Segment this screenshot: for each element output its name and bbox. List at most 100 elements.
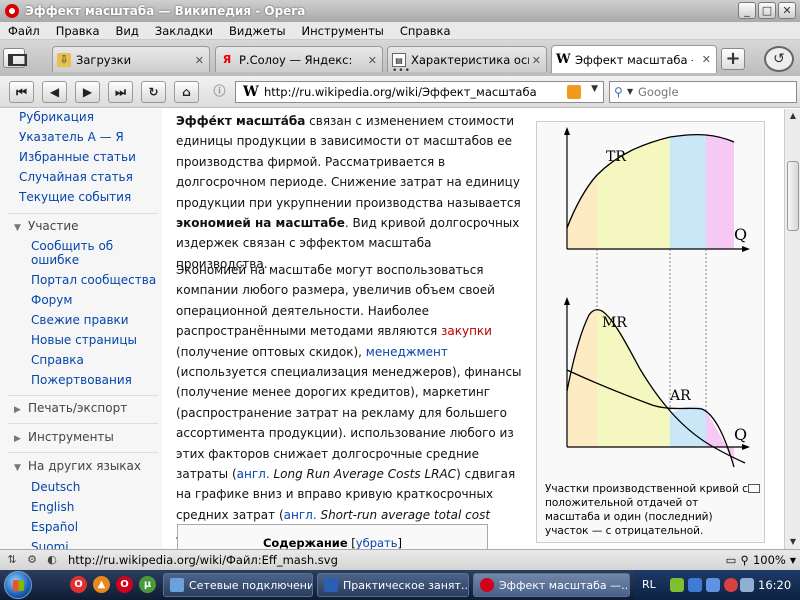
sidebar-section-languages[interactable]: ▼ На других языках bbox=[14, 459, 141, 473]
search-input[interactable] bbox=[638, 84, 788, 100]
sidebar-divider bbox=[8, 452, 158, 453]
security-info-icon[interactable]: ⓘ bbox=[207, 81, 232, 103]
article-figure: TR Q MR AR Q Участки производственной кр… bbox=[536, 121, 765, 543]
menu-file[interactable]: Файл bbox=[0, 24, 48, 38]
trash-icon[interactable]: ↺ bbox=[764, 46, 794, 72]
close-icon[interactable]: ✕ bbox=[532, 54, 541, 67]
tab-downloads[interactable]: ⇩ Загрузки ✕ bbox=[52, 46, 210, 72]
vlc-icon[interactable]: ▲ bbox=[93, 576, 110, 593]
tab-label: Загрузки bbox=[76, 52, 132, 67]
link-english-1[interactable]: англ. bbox=[237, 467, 270, 481]
scroll-up-arrow[interactable]: ▲ bbox=[786, 109, 800, 123]
sidebar-link-new-pages[interactable]: Новые страницы bbox=[31, 333, 137, 347]
panel-toggle-button[interactable] bbox=[3, 48, 27, 68]
menu-bookmarks[interactable]: Закладки bbox=[147, 24, 221, 38]
menu-help[interactable]: Справка bbox=[392, 24, 459, 38]
network-tray-icon[interactable] bbox=[688, 578, 702, 592]
zoom-level[interactable]: 100% bbox=[753, 553, 786, 567]
sidebar-link-random[interactable]: Случайная статья bbox=[19, 170, 133, 184]
sidebar-lang-suomi[interactable]: Suomi bbox=[31, 540, 69, 549]
sidebar-divider bbox=[8, 395, 158, 396]
back-button[interactable]: ◀ bbox=[42, 81, 67, 103]
task-network-connections[interactable]: Сетевые подключения bbox=[163, 573, 313, 597]
sidebar-link-report-error-2[interactable]: ошибке bbox=[31, 253, 79, 267]
word-document-icon bbox=[324, 578, 338, 592]
link-english-2[interactable]: англ. bbox=[284, 508, 317, 522]
tab-economy-of-scale[interactable]: W Эффект масштаба — Википедия ✕ bbox=[551, 45, 717, 73]
sidebar-lang-espanol[interactable]: Español bbox=[31, 520, 78, 534]
menu-widgets[interactable]: Виджеты bbox=[221, 24, 294, 38]
sidebar-link-categories[interactable]: Рубрикация bbox=[19, 110, 94, 124]
menu-tools[interactable]: Инструменты bbox=[294, 24, 392, 38]
sidebar-link-donations[interactable]: Пожертвования bbox=[31, 373, 132, 387]
toc-bracket: ] bbox=[397, 536, 403, 549]
chevron-down-icon[interactable]: ▼ bbox=[627, 87, 633, 96]
close-icon[interactable]: ✕ bbox=[195, 54, 204, 67]
chevron-down-icon[interactable]: ▼ bbox=[790, 556, 796, 565]
menu-view[interactable]: Вид bbox=[108, 24, 147, 38]
sidebar-link-recent-changes[interactable]: Свежие правки bbox=[31, 313, 129, 327]
zoom-icon: ⚲ bbox=[740, 553, 749, 567]
chevron-down-icon[interactable]: ▼ bbox=[591, 84, 598, 94]
start-button[interactable] bbox=[4, 571, 32, 599]
close-button[interactable]: ✕ bbox=[778, 2, 796, 19]
maximize-button[interactable]: □ bbox=[758, 2, 776, 19]
task-practical-lesson[interactable]: Практическое занят... bbox=[317, 573, 469, 597]
utorrent-tray-icon[interactable] bbox=[670, 578, 684, 592]
sidebar-lang-english[interactable]: English bbox=[31, 500, 74, 514]
forward-button[interactable]: ▶ bbox=[75, 81, 100, 103]
page-scrollbar[interactable]: ▲ ▼ bbox=[784, 109, 800, 549]
top-zone-3 bbox=[670, 134, 706, 249]
turbo-icon[interactable]: ◐ bbox=[44, 552, 60, 568]
sidebar-link-current-events[interactable]: Текущие события bbox=[19, 190, 131, 204]
unite-icon[interactable]: ⚙ bbox=[24, 552, 40, 568]
rss-feed-icon[interactable] bbox=[567, 85, 581, 99]
language-indicator[interactable]: RL bbox=[642, 578, 656, 591]
tab-characteristics[interactable]: ▤ Характеристика основных ✕ bbox=[387, 46, 547, 72]
minimize-button[interactable]: _ bbox=[738, 2, 756, 19]
sidebar-section-print[interactable]: ▶ Печать/экспорт bbox=[14, 401, 127, 415]
scrollbar-thumb[interactable] bbox=[787, 161, 799, 231]
fast-forward-button[interactable]: ⏭ bbox=[108, 81, 133, 103]
sidebar-link-featured[interactable]: Избранные статьи bbox=[19, 150, 136, 164]
sidebar-link-report-error[interactable]: Сообщить об bbox=[31, 239, 113, 253]
sidebar-link-community-portal[interactable]: Портал сообщества bbox=[31, 273, 156, 287]
address-input[interactable]: http://ru.wikipedia.org/wiki/Эффект_масш… bbox=[264, 85, 537, 99]
menu-edit[interactable]: Правка bbox=[48, 24, 108, 38]
reload-button[interactable]: ↻ bbox=[141, 81, 166, 103]
task-label: Практическое занят... bbox=[343, 578, 469, 592]
volume-tray-icon[interactable] bbox=[740, 578, 754, 592]
chevron-right-icon: ▶ bbox=[14, 405, 21, 415]
sidebar-link-forum[interactable]: Форум bbox=[31, 293, 72, 307]
tab-yandex[interactable]: Я Р.Солоу — Яндекс: нашлось ✕ bbox=[215, 46, 383, 72]
transfer-icon[interactable]: ⇅ bbox=[4, 552, 20, 568]
article-paragraph-methods: Экономией на масштабе могут воспользоват… bbox=[176, 260, 524, 546]
economy-of-scale-diagram[interactable]: TR Q MR AR Q bbox=[540, 125, 762, 477]
article-bold-term: экономией на масштабе bbox=[176, 216, 345, 231]
scroll-down-arrow[interactable]: ▼ bbox=[786, 535, 800, 549]
table-of-contents: Содержание [убрать] bbox=[177, 524, 488, 549]
address-bar[interactable]: W http://ru.wikipedia.org/wiki/Эффект_ма… bbox=[235, 81, 604, 103]
rewind-button[interactable]: ⏮ bbox=[9, 81, 34, 103]
task-opera-browser[interactable]: Эффект масштаба —... bbox=[473, 573, 630, 597]
link-zakupki[interactable]: закупки bbox=[441, 324, 492, 338]
sidebar-link-help[interactable]: Справка bbox=[31, 353, 84, 367]
close-icon[interactable]: ✕ bbox=[368, 54, 377, 67]
search-box[interactable]: ⚲ ▼ bbox=[609, 81, 797, 103]
opera-icon[interactable]: O bbox=[116, 576, 133, 593]
sidebar-link-index[interactable]: Указатель А — Я bbox=[19, 130, 124, 144]
new-tab-button[interactable]: + bbox=[721, 48, 745, 70]
home-button[interactable]: ⌂ bbox=[174, 81, 199, 103]
sidebar-section-tools[interactable]: ▶ Инструменты bbox=[14, 430, 114, 444]
enlarge-icon[interactable] bbox=[748, 484, 760, 493]
sidebar-section-participation[interactable]: ▼ Участие bbox=[14, 219, 79, 233]
sidebar-lang-deutsch[interactable]: Deutsch bbox=[31, 480, 80, 494]
utorrent-icon[interactable]: µ bbox=[139, 576, 156, 593]
zoom-control[interactable]: ▭ ⚲ 100% ▼ bbox=[726, 552, 796, 568]
close-icon[interactable]: ✕ bbox=[702, 53, 711, 66]
link-management[interactable]: менеджмент bbox=[366, 345, 448, 359]
opera-quicklaunch-icon[interactable]: O bbox=[70, 576, 87, 593]
toc-hide-link[interactable]: убрать bbox=[356, 536, 398, 549]
security-tray-icon[interactable] bbox=[724, 578, 738, 592]
display-tray-icon[interactable] bbox=[706, 578, 720, 592]
